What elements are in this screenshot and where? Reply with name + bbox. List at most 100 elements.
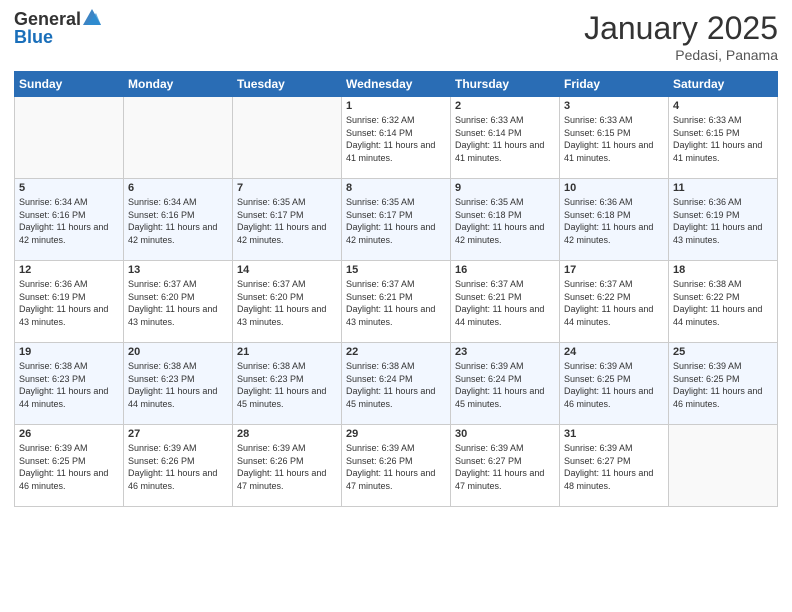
calendar-cell — [669, 425, 778, 507]
calendar-row: 19 Sunrise: 6:38 AM Sunset: 6:23 PM Dayli… — [15, 343, 778, 425]
calendar-cell: 25 Sunrise: 6:39 AM Sunset: 6:25 PM Dayli… — [669, 343, 778, 425]
day-number: 14 — [237, 264, 337, 276]
day-info: Sunrise: 6:39 AM Sunset: 6:25 PM Dayligh… — [673, 360, 773, 410]
day-info: Sunrise: 6:39 AM Sunset: 6:27 PM Dayligh… — [564, 442, 664, 492]
logo-general: General — [14, 10, 81, 28]
calendar-cell: 20Sunrise: 6:38 AM Sunset: 6:23 PM Dayli… — [124, 343, 233, 425]
day-info: Sunrise: 6:39 AM Sunset: 6:24 PM Dayligh… — [455, 360, 555, 410]
calendar-header-row: SundayMondayTuesdayWednesdayThursdayFrid… — [15, 72, 778, 97]
day-info: Sunrise: 6:33 AM Sunset: 6:15 PM Dayligh… — [673, 114, 773, 164]
page: General Blue January 2025 Pedasi, Panama… — [0, 0, 792, 612]
day-number: 19 — [19, 346, 119, 358]
calendar-cell: 23 Sunrise: 6:39 AM Sunset: 6:24 PM Dayli… — [451, 343, 560, 425]
calendar-cell — [15, 97, 124, 179]
day-number: 27 — [128, 428, 228, 440]
day-number: 12 — [19, 264, 119, 276]
calendar-cell: 24Sunrise: 6:39 AM Sunset: 6:25 PM Dayli… — [560, 343, 669, 425]
day-header: Monday — [124, 72, 233, 97]
calendar-cell: 27 Sunrise: 6:39 AM Sunset: 6:26 PM Dayli… — [124, 425, 233, 507]
calendar-cell: 17Sunrise: 6:37 AM Sunset: 6:22 PM Dayli… — [560, 261, 669, 343]
calendar-cell: 7 Sunrise: 6:35 AM Sunset: 6:17 PM Daylig… — [233, 179, 342, 261]
day-number: 4 — [673, 100, 773, 112]
calendar-cell: 1Sunrise: 6:32 AM Sunset: 6:14 PM Daylig… — [342, 97, 451, 179]
title-block: January 2025 Pedasi, Panama — [584, 10, 778, 63]
calendar-cell: 12 Sunrise: 6:36 AM Sunset: 6:19 PM Dayli… — [15, 261, 124, 343]
calendar-cell: 15 Sunrise: 6:37 AM Sunset: 6:21 PM Dayli… — [342, 261, 451, 343]
day-info: Sunrise: 6:34 AM Sunset: 6:16 PM Dayligh… — [128, 196, 228, 246]
day-number: 9 — [455, 182, 555, 194]
calendar-cell: 8Sunrise: 6:35 AM Sunset: 6:17 PM Daylig… — [342, 179, 451, 261]
day-info: Sunrise: 6:34 AM Sunset: 6:16 PM Dayligh… — [19, 196, 119, 246]
day-header: Sunday — [15, 72, 124, 97]
day-header: Wednesday — [342, 72, 451, 97]
day-info: Sunrise: 6:39 AM Sunset: 6:27 PM Dayligh… — [455, 442, 555, 492]
calendar-cell: 19 Sunrise: 6:38 AM Sunset: 6:23 PM Dayli… — [15, 343, 124, 425]
day-info: Sunrise: 6:38 AM Sunset: 6:24 PM Dayligh… — [346, 360, 446, 410]
day-info: Sunrise: 6:36 AM Sunset: 6:18 PM Dayligh… — [564, 196, 664, 246]
calendar-cell: 4 Sunrise: 6:33 AM Sunset: 6:15 PM Daylig… — [669, 97, 778, 179]
day-number: 1 — [346, 100, 446, 112]
day-info: Sunrise: 6:39 AM Sunset: 6:25 PM Dayligh… — [19, 442, 119, 492]
day-info: Sunrise: 6:39 AM Sunset: 6:26 PM Dayligh… — [237, 442, 337, 492]
calendar-cell: 16Sunrise: 6:37 AM Sunset: 6:21 PM Dayli… — [451, 261, 560, 343]
calendar-row: 26 Sunrise: 6:39 AM Sunset: 6:25 PM Dayli… — [15, 425, 778, 507]
day-number: 13 — [128, 264, 228, 276]
calendar-cell: 29Sunrise: 6:39 AM Sunset: 6:26 PM Dayli… — [342, 425, 451, 507]
day-info: Sunrise: 6:38 AM Sunset: 6:23 PM Dayligh… — [19, 360, 119, 410]
day-info: Sunrise: 6:37 AM Sunset: 6:21 PM Dayligh… — [346, 278, 446, 328]
logo-blue: Blue — [14, 27, 53, 47]
day-number: 15 — [346, 264, 446, 276]
calendar-row: 1Sunrise: 6:32 AM Sunset: 6:14 PM Daylig… — [15, 97, 778, 179]
day-info: Sunrise: 6:35 AM Sunset: 6:17 PM Dayligh… — [237, 196, 337, 246]
day-number: 23 — [455, 346, 555, 358]
day-number: 6 — [128, 182, 228, 194]
day-info: Sunrise: 6:36 AM Sunset: 6:19 PM Dayligh… — [19, 278, 119, 328]
day-number: 3 — [564, 100, 664, 112]
day-number: 22 — [346, 346, 446, 358]
calendar-cell: 28 Sunrise: 6:39 AM Sunset: 6:26 PM Dayli… — [233, 425, 342, 507]
day-number: 11 — [673, 182, 773, 194]
day-info: Sunrise: 6:33 AM Sunset: 6:15 PM Dayligh… — [564, 114, 664, 164]
calendar-cell — [233, 97, 342, 179]
calendar-cell: 3 Sunrise: 6:33 AM Sunset: 6:15 PM Daylig… — [560, 97, 669, 179]
day-number: 30 — [455, 428, 555, 440]
day-info: Sunrise: 6:36 AM Sunset: 6:19 PM Dayligh… — [673, 196, 773, 246]
day-number: 25 — [673, 346, 773, 358]
calendar-cell: 26 Sunrise: 6:39 AM Sunset: 6:25 PM Dayli… — [15, 425, 124, 507]
day-number: 18 — [673, 264, 773, 276]
calendar-row: 5 Sunrise: 6:34 AM Sunset: 6:16 PM Daylig… — [15, 179, 778, 261]
day-header: Friday — [560, 72, 669, 97]
calendar-cell: 30 Sunrise: 6:39 AM Sunset: 6:27 PM Dayli… — [451, 425, 560, 507]
day-number: 7 — [237, 182, 337, 194]
day-header: Tuesday — [233, 72, 342, 97]
day-number: 26 — [19, 428, 119, 440]
calendar-table: SundayMondayTuesdayWednesdayThursdayFrid… — [14, 71, 778, 507]
calendar-cell: 18 Sunrise: 6:38 AM Sunset: 6:22 PM Dayli… — [669, 261, 778, 343]
day-header: Thursday — [451, 72, 560, 97]
logo-icon — [83, 7, 101, 27]
calendar-cell: 2 Sunrise: 6:33 AM Sunset: 6:14 PM Daylig… — [451, 97, 560, 179]
day-info: Sunrise: 6:38 AM Sunset: 6:23 PM Dayligh… — [237, 360, 337, 410]
day-info: Sunrise: 6:39 AM Sunset: 6:26 PM Dayligh… — [346, 442, 446, 492]
day-number: 20 — [128, 346, 228, 358]
day-info: Sunrise: 6:35 AM Sunset: 6:17 PM Dayligh… — [346, 196, 446, 246]
day-info: Sunrise: 6:35 AM Sunset: 6:18 PM Dayligh… — [455, 196, 555, 246]
day-info: Sunrise: 6:38 AM Sunset: 6:22 PM Dayligh… — [673, 278, 773, 328]
day-number: 28 — [237, 428, 337, 440]
calendar-cell: 13Sunrise: 6:37 AM Sunset: 6:20 PM Dayli… — [124, 261, 233, 343]
day-number: 5 — [19, 182, 119, 194]
day-info: Sunrise: 6:39 AM Sunset: 6:25 PM Dayligh… — [564, 360, 664, 410]
calendar-cell: 9 Sunrise: 6:35 AM Sunset: 6:18 PM Daylig… — [451, 179, 560, 261]
calendar-cell: 22 Sunrise: 6:38 AM Sunset: 6:24 PM Dayli… — [342, 343, 451, 425]
day-info: Sunrise: 6:33 AM Sunset: 6:14 PM Dayligh… — [455, 114, 555, 164]
calendar-row: 12 Sunrise: 6:36 AM Sunset: 6:19 PM Dayli… — [15, 261, 778, 343]
calendar-cell — [124, 97, 233, 179]
day-info: Sunrise: 6:39 AM Sunset: 6:26 PM Dayligh… — [128, 442, 228, 492]
calendar-cell: 5 Sunrise: 6:34 AM Sunset: 6:16 PM Daylig… — [15, 179, 124, 261]
day-number: 21 — [237, 346, 337, 358]
day-info: Sunrise: 6:37 AM Sunset: 6:22 PM Dayligh… — [564, 278, 664, 328]
day-number: 10 — [564, 182, 664, 194]
header: General Blue January 2025 Pedasi, Panama — [14, 10, 778, 63]
day-number: 2 — [455, 100, 555, 112]
day-number: 16 — [455, 264, 555, 276]
